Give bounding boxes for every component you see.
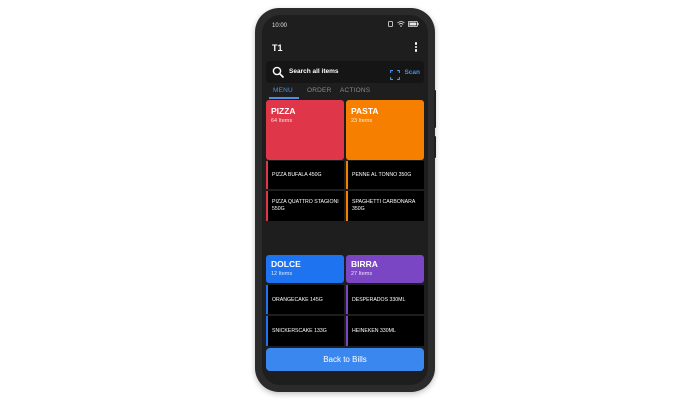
side-button [434,90,436,128]
search-icon [272,65,284,78]
menu-item-label: SNICKERSCAKE 133G [272,328,327,334]
category-tile-dolce[interactable]: DOLCE 12 Items [266,255,344,283]
phone-frame: 10:00 T1 Search all items Scan MENU ORDE… [255,8,436,392]
menu-item[interactable]: SNICKERSCAKE 133G [266,316,344,346]
category-tile-birra[interactable]: BIRRA 27 Items [346,255,424,283]
category-count: 12 Items [271,271,293,277]
menu-item[interactable]: SPAGHETTI CARBONARA 350G [346,191,424,221]
wifi-icon [397,21,405,29]
screen: 10:00 T1 Search all items Scan MENU ORDE… [262,15,428,385]
category-count: 64 Items [271,118,293,124]
menu-item[interactable]: PIZZA BUFALA 450G [266,161,344,189]
menu-item-label: DESPERADOS 330ML [352,297,406,303]
active-tab-indicator [269,97,299,99]
side-button [434,136,436,158]
category-name: DOLCE [271,259,301,269]
tab-bar: MENU ORDER ACTIONS [266,85,424,99]
menu-item[interactable]: PIZZA QUATTRO STAGIONI 550G [266,191,344,221]
menu-item[interactable]: ORANGECAKE 145G [266,285,344,314]
back-to-bills-button[interactable]: Back to Bills [266,348,424,371]
vibrate-icon [387,21,394,29]
menu-item-label: SPAGHETTI CARBONARA 350G [352,199,416,213]
category-count: 23 Items [351,118,373,124]
status-icons [387,21,419,29]
menu-item[interactable]: HEINEKEN 330ML [346,316,424,346]
category-count: 27 Items [351,271,373,277]
page-title: T1 [272,43,283,53]
category-name: PIZZA [271,106,296,116]
scan-button[interactable]: Scan [390,64,420,80]
status-time: 10:00 [272,23,288,29]
more-options-icon[interactable] [412,41,420,55]
menu-item[interactable]: PENNE AL TONNO 350G [346,161,424,189]
search-input[interactable]: Search all items [289,68,339,75]
app-bar: T1 [262,35,428,61]
menu-item-label: HEINEKEN 330ML [352,328,396,334]
battery-icon [408,21,419,29]
menu-item-label: PENNE AL TONNO 350G [352,172,412,178]
status-bar: 10:00 [262,15,428,35]
menu-item-label: PIZZA QUATTRO STAGIONI 550G [272,199,339,213]
category-tile-pasta[interactable]: PASTA 23 Items [346,100,424,160]
scan-icon [390,67,401,80]
menu-item-label: PIZZA BUFALA 450G [272,172,322,178]
tab-actions[interactable]: ACTIONS [340,87,370,94]
menu-item[interactable]: DESPERADOS 330ML [346,285,424,314]
tab-order[interactable]: ORDER [307,87,331,94]
tab-menu[interactable]: MENU [273,87,293,94]
search-bar[interactable]: Search all items Scan [266,61,424,83]
menu-item-label: ORANGECAKE 145G [272,297,323,303]
scan-label: Scan [404,68,420,76]
category-name: PASTA [351,106,379,116]
category-tile-pizza[interactable]: PIZZA 64 Items [266,100,344,160]
category-name: BIRRA [351,259,378,269]
